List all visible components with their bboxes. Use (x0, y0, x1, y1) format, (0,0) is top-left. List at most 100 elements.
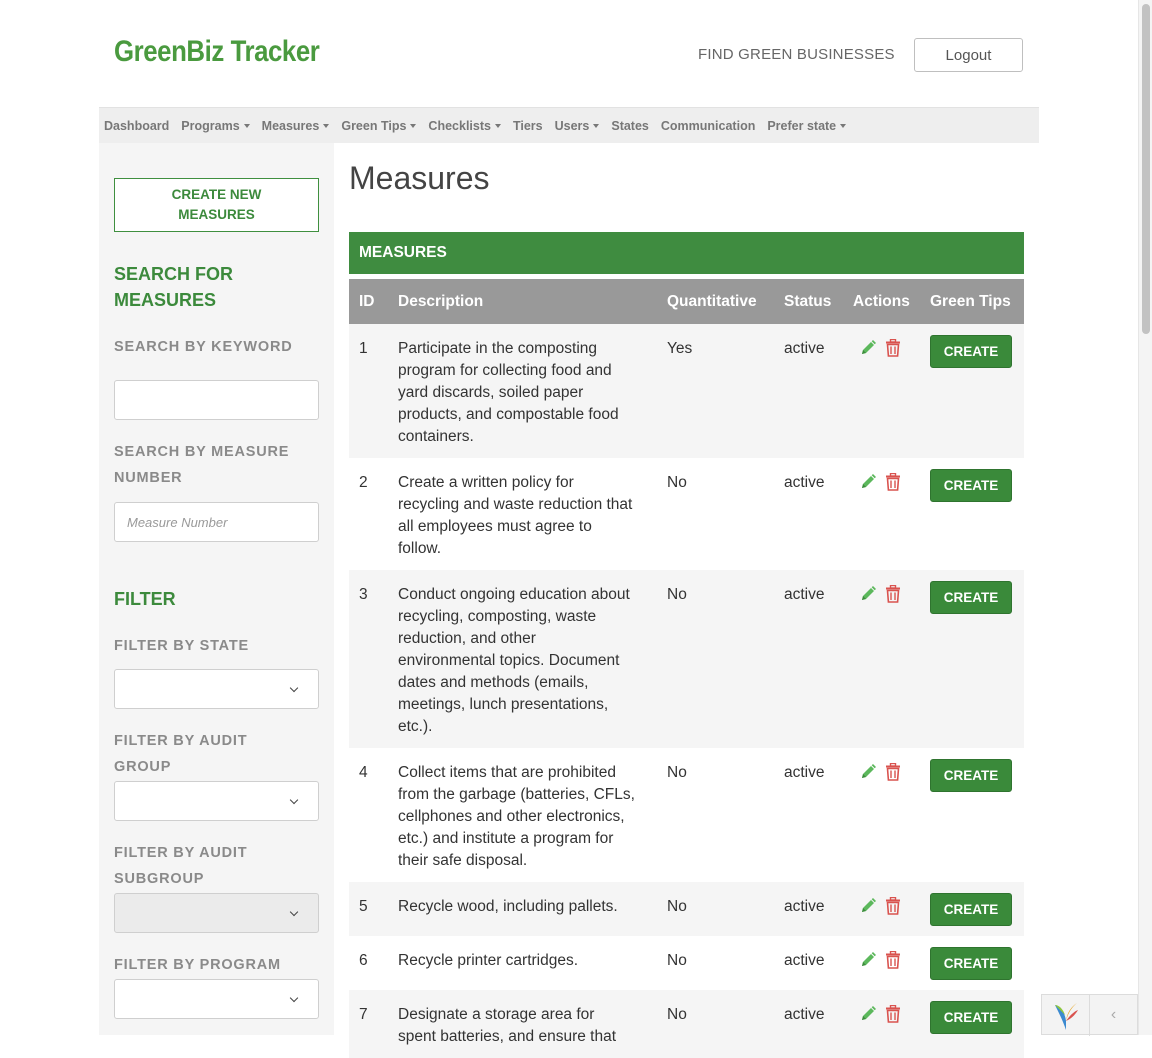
column-header-green-tips: Green Tips (920, 279, 1024, 324)
filter-program-select[interactable] (114, 979, 319, 1019)
nav-item-label: Green Tips (341, 118, 407, 133)
nav-item-tiers[interactable]: Tiers (513, 119, 543, 133)
cell-green-tips: CREATE (920, 570, 1024, 748)
nav-item-programs[interactable]: Programs (181, 118, 250, 133)
create-green-tip-button[interactable]: CREATE (930, 947, 1012, 980)
trash-icon[interactable] (885, 1005, 901, 1023)
trash-icon[interactable] (885, 339, 901, 357)
pencil-icon[interactable] (859, 473, 877, 491)
page-scrollbar[interactable] (1138, 0, 1152, 1035)
cell-green-tips: CREATE (920, 936, 1024, 990)
table-row: 6 Recycle printer cartridges. No active CREA… (349, 936, 1024, 990)
keyword-search-input[interactable] (114, 380, 319, 420)
table-row: 1 Participate in the composting program f… (349, 324, 1024, 458)
create-green-tip-button[interactable]: CREATE (930, 893, 1012, 926)
cell-actions (843, 458, 920, 570)
nav-item-states[interactable]: States (611, 119, 649, 133)
column-header-id[interactable]: ID (349, 279, 388, 324)
cell-green-tips: CREATE (920, 990, 1024, 1058)
cell-description: Create a written policy for recycling an… (398, 474, 633, 557)
caret-down-icon (243, 123, 250, 128)
find-green-businesses-link[interactable]: FIND GREEN BUSINESSES (698, 46, 895, 63)
cell-description: Collect items that are prohibited from t… (398, 764, 635, 869)
chevron-left-icon[interactable]: ‹ (1090, 995, 1137, 1034)
pencil-icon[interactable] (859, 585, 877, 603)
filter-state-label: FILTER BY STATE (114, 638, 249, 654)
cell-quantitative: Yes (657, 324, 774, 458)
chevron-down-icon (289, 907, 299, 917)
create-green-tip-button[interactable]: CREATE (930, 1001, 1012, 1034)
pencil-icon[interactable] (859, 951, 877, 969)
chevron-down-icon (289, 993, 299, 1003)
column-header-quantitative[interactable]: Quantitative (657, 279, 774, 324)
cell-description: Recycle printer cartridges. (398, 952, 579, 969)
cell-description: Designate a storage area for spent batte… (388, 990, 657, 1058)
cell-actions (843, 748, 920, 882)
trash-icon[interactable] (885, 585, 901, 603)
cell-quantitative: No (667, 952, 687, 969)
measure-number-label: SEARCH BY MEASURE NUMBER (114, 444, 290, 486)
caret-down-icon (593, 123, 600, 128)
table-row: 2 Create a written policy for recycling a… (349, 458, 1024, 570)
trash-icon[interactable] (885, 763, 901, 781)
nav-item-prefer-state[interactable]: Prefer state (767, 119, 847, 133)
filter-audit-group-select[interactable] (114, 781, 319, 821)
cell-quantitative: No (657, 570, 774, 748)
column-header-description[interactable]: Description (388, 279, 657, 324)
create-new-measures-button[interactable]: CREATE NEW MEASURES (114, 178, 319, 232)
nav-item-measures[interactable]: Measures (262, 119, 330, 133)
measure-number-input[interactable] (114, 502, 319, 542)
cell-green-tips: CREATE (920, 748, 1024, 882)
filter-audit-subgroup-select[interactable] (114, 893, 319, 933)
scrollbar-thumb[interactable] (1142, 4, 1150, 334)
cell-actions (843, 882, 920, 936)
create-green-tip-button[interactable]: CREATE (930, 759, 1012, 792)
cell-quantitative: No (667, 474, 687, 491)
nav-item-checklists[interactable]: Checklists (428, 119, 501, 133)
measures-table-panel: MEASURES ID Description Quantitative Sta… (349, 232, 1024, 1058)
yii-logo-icon[interactable] (1042, 995, 1090, 1036)
cell-status: active (774, 990, 843, 1058)
create-green-tip-button[interactable]: CREATE (930, 581, 1012, 614)
table-row: 4 Collect items that are prohibited from … (349, 748, 1024, 882)
nav-item-label: Measures (261, 118, 320, 133)
nav-item-label: States (611, 118, 649, 133)
nav-item-label: Programs (181, 118, 240, 133)
filter-state-select[interactable] (114, 669, 319, 709)
column-header-status[interactable]: Status (774, 279, 843, 324)
table-header-row: ID Description Quantitative Status Actio… (349, 279, 1024, 324)
nav-item-label: Dashboard (104, 118, 170, 133)
pencil-icon[interactable] (859, 1005, 877, 1023)
brand-logo[interactable]: GreenBiz Tracker (114, 35, 320, 69)
trash-icon[interactable] (885, 473, 901, 491)
trash-icon[interactable] (885, 897, 901, 915)
nav-item-communication[interactable]: Communication (661, 119, 755, 133)
cell-quantitative: No (667, 764, 687, 781)
debug-toolbar-widget[interactable]: ‹ (1041, 994, 1138, 1036)
cell-status: active (784, 764, 825, 781)
create-green-tip-button[interactable]: CREATE (930, 469, 1012, 502)
column-header-actions: Actions (843, 279, 920, 324)
create-green-tip-button[interactable]: CREATE (930, 335, 1012, 368)
filter-audit-group-label: FILTER BY AUDIT GROUP (114, 733, 248, 775)
pencil-icon[interactable] (859, 897, 877, 915)
cell-status: active (774, 570, 843, 748)
cell-actions (843, 324, 920, 458)
cell-actions (843, 990, 920, 1058)
nav-item-dashboard[interactable]: Dashboard (104, 119, 169, 133)
cell-id: 3 (349, 570, 388, 748)
cell-id: 6 (359, 952, 368, 969)
nav-item-users[interactable]: Users (555, 119, 600, 133)
pencil-icon[interactable] (859, 339, 877, 357)
nav-item-label: Users (554, 118, 590, 133)
nav-item-green-tips[interactable]: Green Tips (341, 118, 417, 133)
sidebar: CREATE NEW MEASURES SEARCH FOR MEASURES … (99, 143, 334, 1035)
pencil-icon[interactable] (859, 763, 877, 781)
caret-down-icon (323, 123, 330, 128)
logout-button[interactable]: Logout (914, 38, 1023, 72)
table-row: 7 Designate a storage area for spent batt… (349, 990, 1024, 1058)
trash-icon[interactable] (885, 951, 901, 969)
cell-description: Conduct ongoing education about recyclin… (388, 570, 657, 748)
main-nav: Dashboard Programs Measures Green Tips Check… (99, 107, 1039, 143)
cell-actions (843, 936, 920, 990)
